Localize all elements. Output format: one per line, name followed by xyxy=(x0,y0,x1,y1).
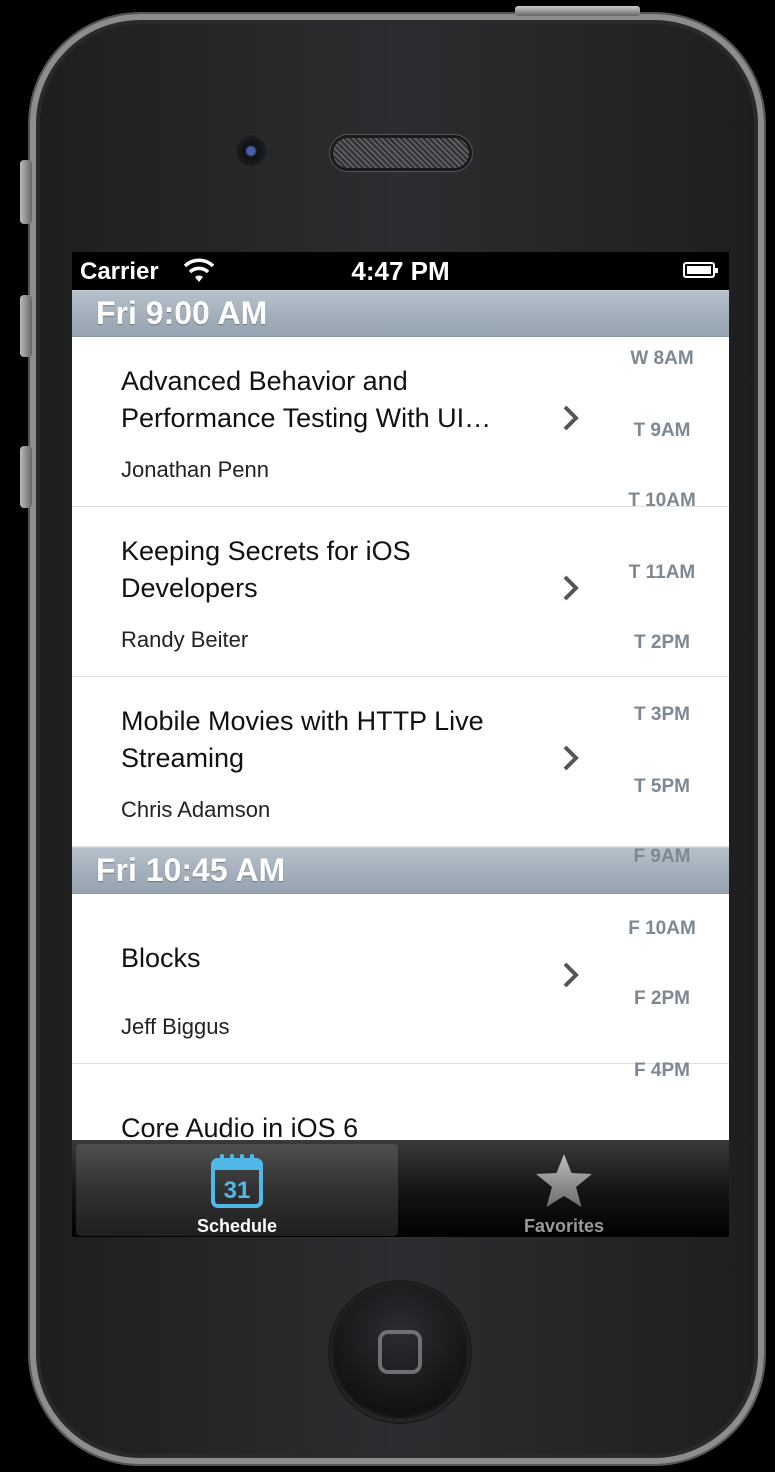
tab-label: Schedule xyxy=(196,1216,278,1236)
index-item[interactable]: F 4PM xyxy=(612,1060,712,1082)
sleep-button xyxy=(515,6,640,16)
phone-screen: Carrier 4:47 PM Fri 9:00 AM Advanced Beh… xyxy=(72,252,729,1237)
chevron-right-icon xyxy=(563,745,579,771)
tab-bar: 31 Schedule Favorites xyxy=(72,1140,729,1237)
section-index[interactable]: W 8AM T 9AM T 10AM T 11AM T 2PM T 3PM T … xyxy=(612,290,712,1140)
index-item[interactable]: T 9AM xyxy=(612,420,712,442)
session-title: Core Audio in iOS 6 xyxy=(121,1113,359,1140)
chevron-right-icon xyxy=(563,405,579,431)
index-item[interactable]: W 8AM xyxy=(612,348,712,370)
session-speaker: Jeff Biggus xyxy=(121,1014,230,1039)
session-title: Blocks xyxy=(121,943,201,973)
calendar-icon-day: 31 xyxy=(224,1177,251,1204)
index-item[interactable]: F 2PM xyxy=(612,988,712,1010)
session-speaker: Randy Beiter xyxy=(121,627,249,652)
index-item[interactable]: T 5PM xyxy=(612,776,712,798)
session-title: Mobile Movies with HTTP Live Streaming xyxy=(121,706,484,773)
volume-down-button xyxy=(20,446,32,508)
index-item[interactable]: F 10AM xyxy=(612,918,712,940)
index-item[interactable]: T 10AM xyxy=(612,490,712,512)
tab-favorites[interactable]: Favorites xyxy=(403,1144,725,1236)
session-speaker: Jonathan Penn xyxy=(121,457,270,482)
volume-up-button xyxy=(20,295,32,357)
session-speaker: Chris Adamson xyxy=(121,797,271,822)
tab-schedule[interactable]: 31 Schedule xyxy=(76,1144,398,1236)
index-item[interactable]: T 2PM xyxy=(612,632,712,654)
session-title: Keeping Secrets for iOS Developers xyxy=(121,536,411,603)
home-button[interactable] xyxy=(330,1282,470,1422)
calendar-icon: 31 xyxy=(211,1154,263,1208)
status-bar: Carrier 4:47 PM xyxy=(72,252,729,290)
index-item[interactable]: T 3PM xyxy=(612,704,712,726)
chevron-right-icon xyxy=(563,962,579,988)
home-square-icon xyxy=(378,1330,422,1374)
tab-label: Favorites xyxy=(523,1216,605,1236)
status-time: 4:47 PM xyxy=(351,256,450,286)
earpiece-speaker xyxy=(333,138,469,168)
chevron-right-icon xyxy=(563,575,579,601)
index-item[interactable]: F 9AM xyxy=(612,846,712,868)
mute-switch xyxy=(20,160,32,224)
front-camera xyxy=(234,134,268,168)
session-title: Advanced Behavior and Performance Testin… xyxy=(121,366,492,433)
star-icon xyxy=(536,1154,592,1207)
battery-icon xyxy=(683,262,718,278)
index-item[interactable]: T 11AM xyxy=(612,562,712,584)
